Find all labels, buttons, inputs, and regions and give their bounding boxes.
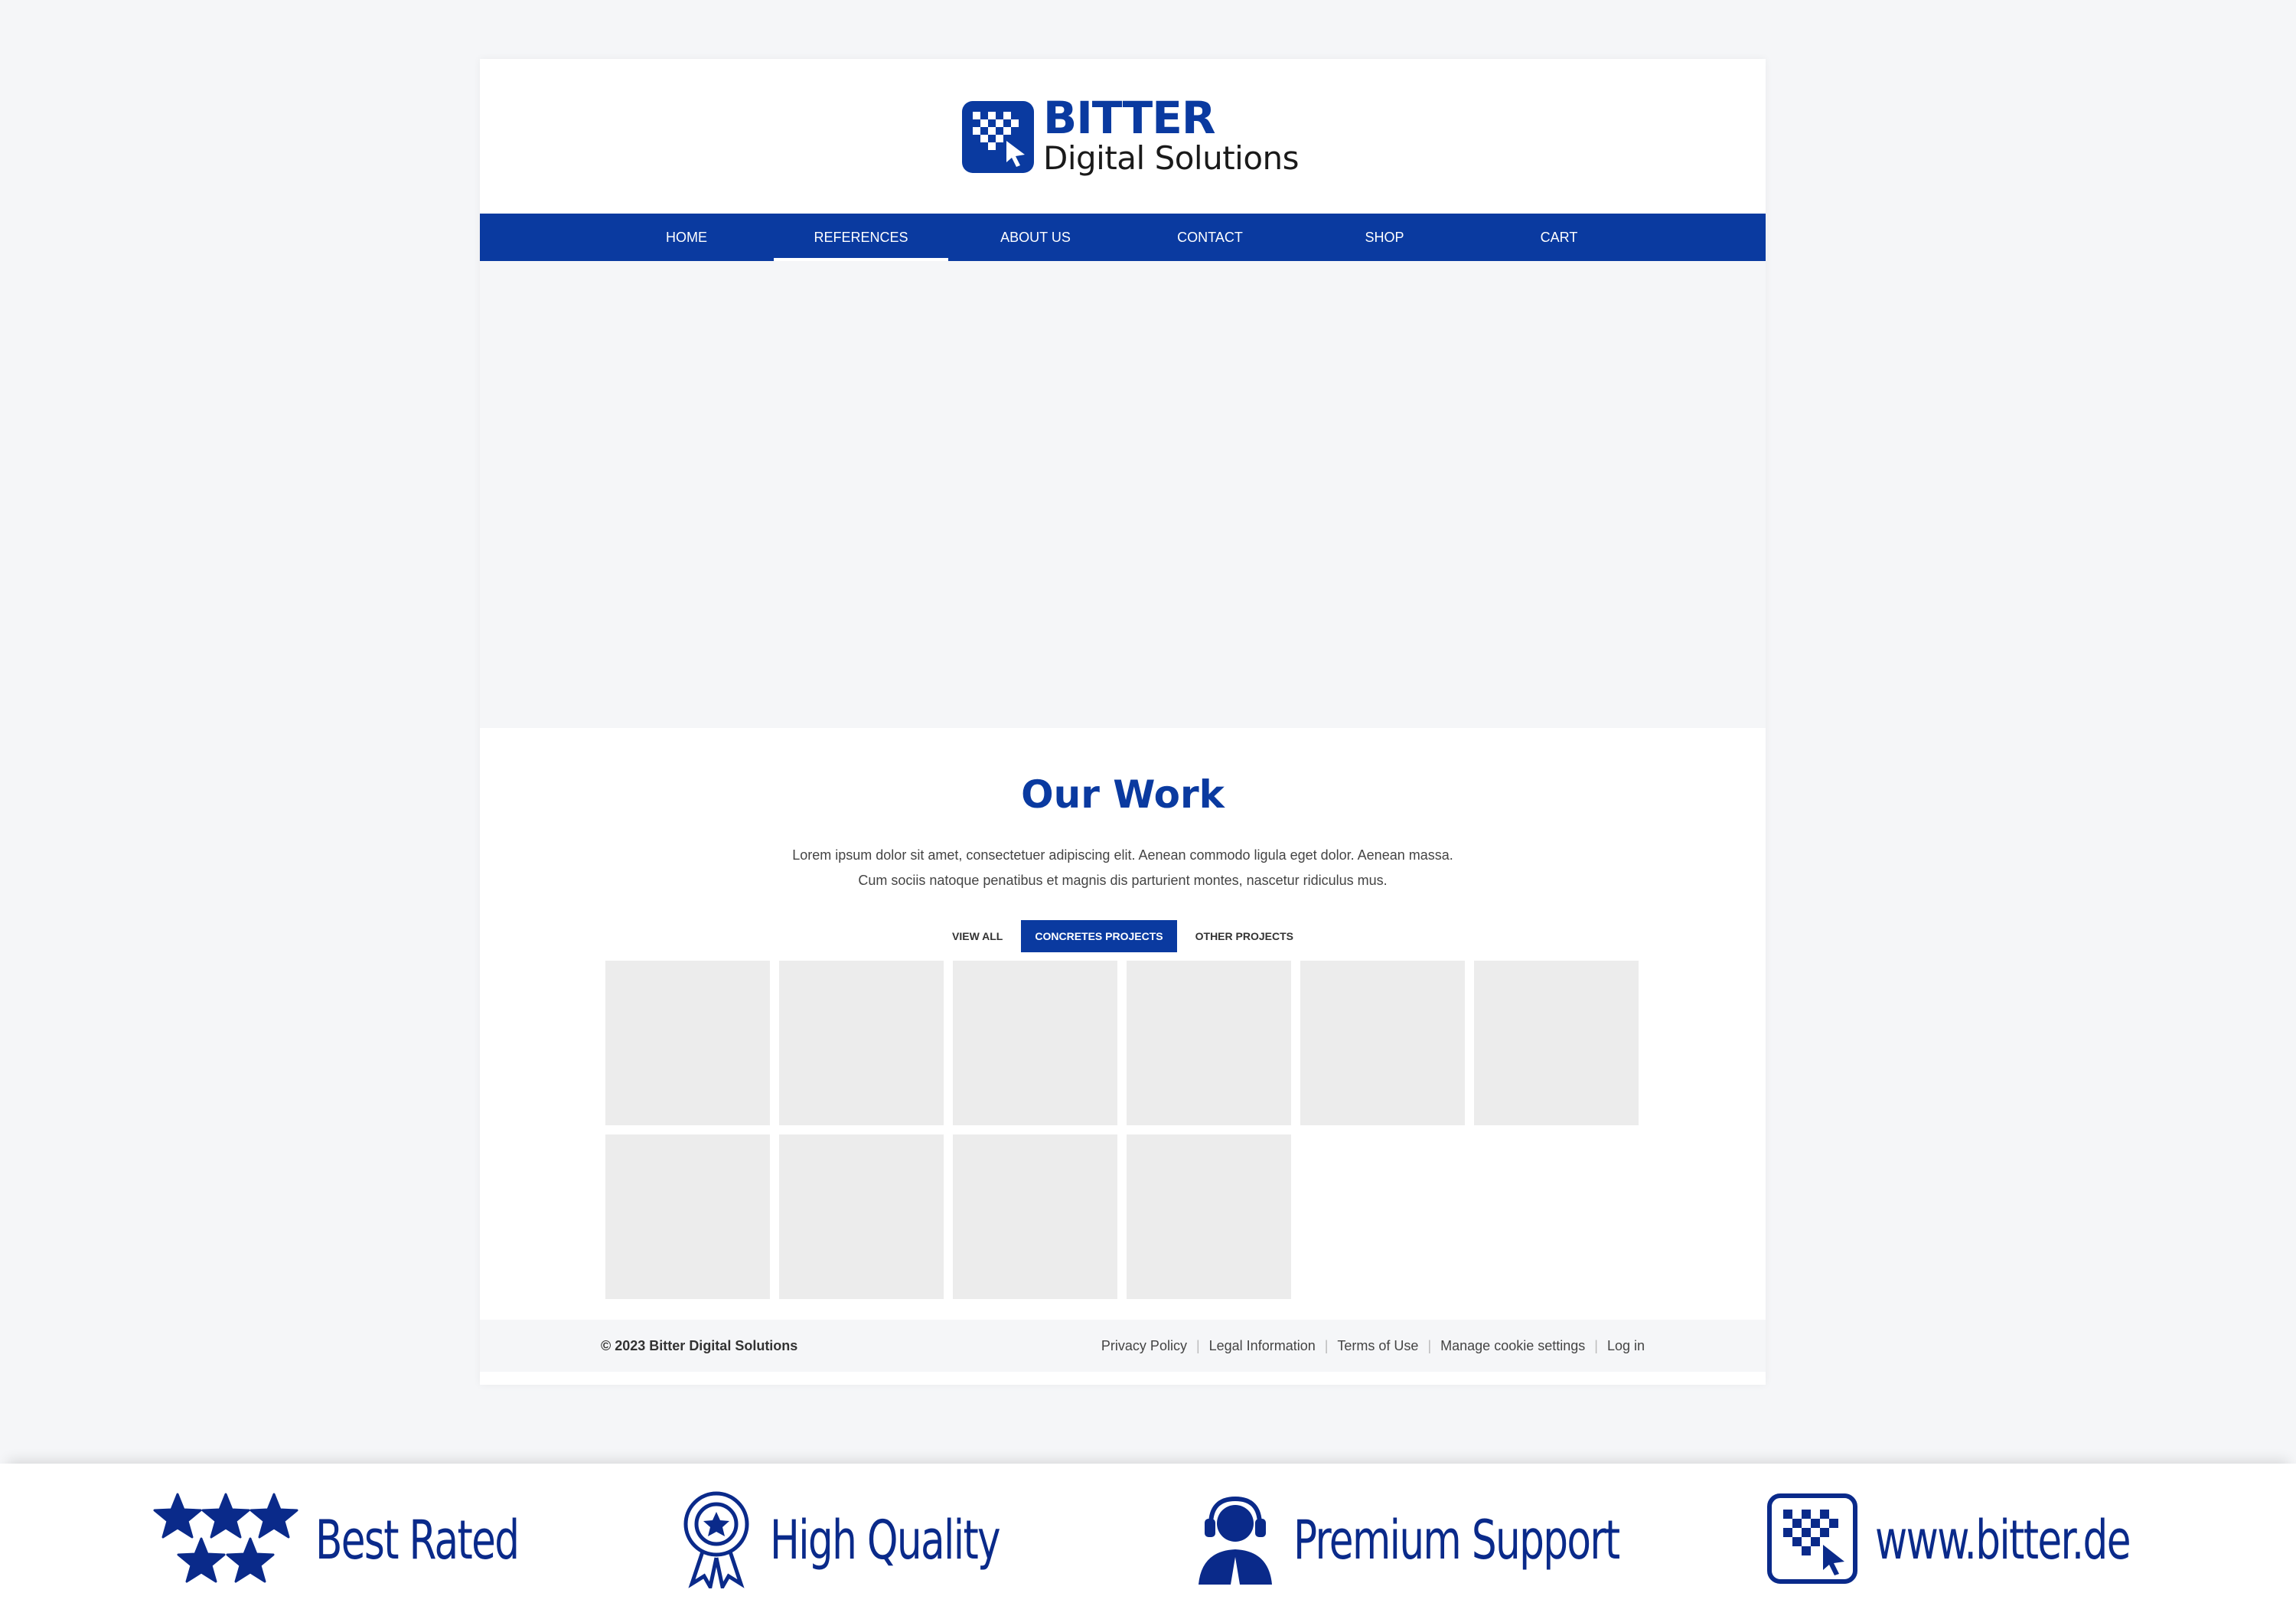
logo-brand-name: BITTER — [1043, 92, 1216, 144]
nav-item-home[interactable]: HOME — [599, 214, 774, 261]
badge-high-quality: High Quality — [680, 1491, 1050, 1592]
portfolio-grid — [605, 961, 1646, 1299]
footer-links: Privacy Policy | Legal Information | Ter… — [1101, 1338, 1645, 1354]
portfolio-tile[interactable] — [779, 1134, 944, 1299]
footer-separator: | — [1324, 1337, 1329, 1353]
bitter-logo-icon — [1766, 1493, 1858, 1588]
portfolio-tile[interactable] — [1127, 1134, 1291, 1299]
badge-label: Premium Support — [1293, 1509, 1620, 1572]
nav-item-references[interactable]: REFERENCES — [774, 214, 948, 261]
footer-link-legal-information[interactable]: Legal Information — [1209, 1338, 1316, 1354]
site-footer: © 2023 Bitter Digital Solutions Privacy … — [480, 1320, 1766, 1372]
portfolio-filters: VIEW ALL CONCRETES PROJECTS OTHER PROJEC… — [480, 920, 1766, 952]
footer-link-log-in[interactable]: Log in — [1607, 1338, 1645, 1354]
nav-item-shop[interactable]: SHOP — [1297, 214, 1472, 261]
nav-item-about-us[interactable]: ABOUT US — [948, 214, 1123, 261]
feature-banner: Best Rated High Quality Premium Support … — [0, 1464, 2296, 1606]
section-title: Our Work — [1021, 772, 1225, 817]
main-navigation: HOME REFERENCES ABOUT US CONTACT SHOP CA… — [480, 214, 1766, 261]
site-header: BITTER Digital Solutions — [480, 59, 1766, 214]
bitter-logo-icon — [962, 101, 1034, 173]
footer-separator: | — [1195, 1337, 1200, 1353]
badge-premium-support: Premium Support — [1194, 1494, 1691, 1586]
footer-link-terms-of-use[interactable]: Terms of Use — [1337, 1338, 1418, 1354]
website-preview: BITTER Digital Solutions HOME REFERENCES… — [480, 59, 1766, 1385]
portfolio-tile[interactable] — [605, 1134, 770, 1299]
badge-label[interactable]: www.bitter.de — [1875, 1509, 2131, 1572]
portfolio-tile[interactable] — [1300, 961, 1465, 1125]
filter-view-all[interactable]: VIEW ALL — [934, 920, 1021, 952]
badge-website[interactable]: www.bitter.de — [1766, 1493, 2186, 1588]
site-logo[interactable]: BITTER Digital Solutions — [962, 92, 1300, 178]
portfolio-tile[interactable] — [605, 961, 770, 1125]
portfolio-tile[interactable] — [779, 961, 944, 1125]
badge-label: Best Rated — [315, 1509, 520, 1572]
footer-link-privacy-policy[interactable]: Privacy Policy — [1101, 1338, 1187, 1354]
footer-separator: | — [1427, 1337, 1432, 1353]
portfolio-tile[interactable] — [953, 961, 1117, 1125]
portfolio-tile[interactable] — [1474, 961, 1639, 1125]
nav-item-contact[interactable]: CONTACT — [1123, 214, 1297, 261]
headset-support-icon — [1194, 1493, 1277, 1588]
award-ribbon-icon — [680, 1489, 753, 1592]
section-description: Lorem ipsum dolor sit amet, consectetuer… — [792, 847, 1453, 888]
portfolio-tile[interactable] — [953, 1134, 1117, 1299]
filter-other-projects[interactable]: OTHER PROJECTS — [1177, 920, 1312, 952]
nav-item-cart[interactable]: CART — [1472, 214, 1646, 261]
footer-separator: | — [1594, 1337, 1598, 1353]
logo-tagline: Digital Solutions — [1043, 139, 1300, 177]
footer-link-cookie-settings[interactable]: Manage cookie settings — [1440, 1338, 1585, 1354]
stars-icon — [153, 1493, 298, 1588]
copyright-text: © 2023 Bitter Digital Solutions — [601, 1337, 798, 1353]
filter-concretes-projects[interactable]: CONCRETES PROJECTS — [1021, 920, 1177, 952]
badge-label: High Quality — [770, 1509, 1001, 1572]
portfolio-tile[interactable] — [1127, 961, 1291, 1125]
our-work-section: Our Work Lorem ipsum dolor sit amet, con… — [480, 728, 1766, 1317]
hero-image-placeholder — [480, 261, 1766, 728]
badge-best-rated: Best Rated — [153, 1493, 563, 1588]
